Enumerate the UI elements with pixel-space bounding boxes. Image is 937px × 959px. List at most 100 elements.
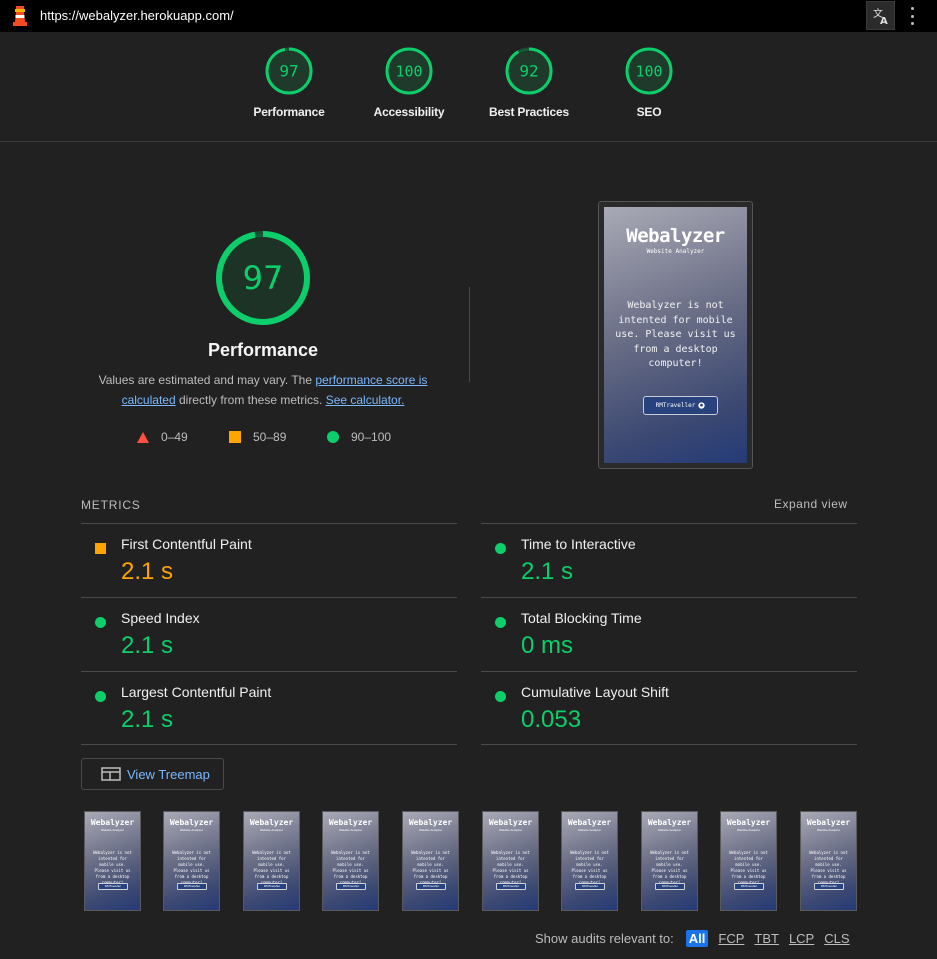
filter-chip-tbt[interactable]: TBT [754,931,779,946]
translate-icon: 文 A [873,7,888,25]
frame-message: Webalyzer is not intented for mobile use… [570,850,609,885]
url-text: https://webalyzer.herokuapp.com/ [40,8,234,23]
lighthouse-logo-icon [13,6,27,26]
filmstrip-frame: Webalyzer Website Analyzer Webalyzer is no… [322,811,379,911]
frame-title: Webalyzer [806,818,851,827]
frame-title: Webalyzer [328,818,373,827]
filmstrip-frame: Webalyzer Website Analyzer Webalyzer is no… [482,811,539,911]
filter-chip-cls[interactable]: CLS [824,931,849,946]
github-icon [698,402,706,409]
frame-message: Webalyzer is not intented for mobile use… [809,850,848,885]
gauge-score: 92 [519,62,538,81]
filmstrip-frame: Webalyzer Website Analyzer Webalyzer is no… [243,811,300,911]
metric-tti: Time to Interactive 2.1 s [481,523,857,597]
view-treemap-button[interactable]: View Treemap [81,758,224,790]
metric-value: 0.053 [521,706,582,733]
metric-value: 2.1 s [121,558,174,585]
frame-subtitle: Website Analyzer [259,828,284,832]
frame-subtitle: Website Analyzer [498,828,523,832]
gauge-ring: 100 [385,47,433,95]
frame-button: RMTraveller [416,883,446,890]
gauge-label: Best Practices [489,105,569,119]
frame-title: Webalyzer [90,818,135,827]
frame-subtitle: Website Analyzer [100,828,125,832]
frame-title: Webalyzer [726,818,771,827]
frame-subtitle: Website Analyzer [577,828,602,832]
category-summary: 97 Performance 100 Accessibility 92 Best… [0,32,937,142]
metric-value: 2.1 s [521,558,574,585]
frame-button: RMTraveller [177,883,207,890]
frame-message: Webalyzer is not intented for mobile use… [491,850,530,885]
calculator-link[interactable]: See calculator. [326,393,405,407]
frame-button: RMTraveller [814,883,844,890]
more-menu-icon[interactable] [905,7,919,25]
screenshot-button: RMTraveller [643,396,718,415]
filmstrip-frame: Webalyzer Website Analyzer Webalyzer is no… [402,811,459,911]
frame-subtitle: Website Analyzer [418,828,443,832]
view-treemap-label: View Treemap [127,766,210,782]
frame-message: Webalyzer is not intented for mobile use… [729,850,768,885]
legend-pass: 90–100 [327,430,391,444]
gauge-label: Performance [253,105,325,119]
metric-value: 0 ms [521,632,574,659]
legend-fail: 0–49 [137,430,188,444]
metric-tbt: Total Blocking Time 0 ms [481,597,857,671]
performance-gauge: 97 [216,231,310,325]
frame-button: RMTraveller [655,883,685,890]
legend-range: 90–100 [351,430,392,444]
metrics-heading: METRICS [81,498,141,512]
divider [481,744,857,745]
final-screenshot[interactable]: Webalyzer Website Analyzer Webalyzer is … [598,201,753,469]
translate-button[interactable]: 文 A [866,1,895,30]
performance-score: 97 [243,259,284,297]
gauge-accessibility[interactable]: 100 Accessibility [349,46,469,119]
gauge-label: Accessibility [373,105,445,119]
metric-value: 2.1 s [121,632,174,659]
expand-view-toggle[interactable]: Expand view [774,497,848,511]
performance-description: Values are estimated and may vary. The p… [88,370,438,410]
legend-range: 0–49 [161,430,188,444]
gauge-label: SEO [636,105,662,119]
frame-button: RMTraveller [336,883,366,890]
top-bar: https://webalyzer.herokuapp.com/ 文 A [0,0,937,32]
legend-average: 50–89 [229,430,286,444]
frame-message: Webalyzer is not intented for mobile use… [650,850,689,885]
filmstrip-frame: Webalyzer Website Analyzer Webalyzer is no… [641,811,698,911]
frame-title: Webalyzer [249,818,294,827]
circle-icon [95,691,106,702]
frame-title: Webalyzer [408,818,453,827]
filter-chip-fcp[interactable]: FCP [718,931,744,946]
gauge-score: 97 [279,62,298,81]
metric-name: Largest Contentful Paint [121,684,272,700]
metric-si: Speed Index 2.1 s [81,597,457,671]
frame-button: RMTraveller [575,883,605,890]
filter-label: Show audits relevant to: [535,931,674,946]
filter-chip-all[interactable]: All [685,930,709,947]
treemap-icon [101,767,121,781]
filter-chip-lcp[interactable]: LCP [789,931,814,946]
screenshot-message: Webalyzer is not intented for mobile use… [615,300,736,369]
gauge-score: 100 [395,63,422,81]
metric-cls: Cumulative Layout Shift 0.053 [481,671,857,745]
frame-message: Webalyzer is not intented for mobile use… [411,850,450,885]
circle-icon [495,691,506,702]
frame-message: Webalyzer is not intented for mobile use… [93,850,132,885]
frame-button: RMTraveller [257,883,287,890]
frame-message: Webalyzer is not intented for mobile use… [331,850,370,885]
screenshot-content: Webalyzer Website Analyzer Webalyzer is … [604,207,747,463]
gauge-seo[interactable]: 100 SEO [589,46,709,119]
gauge-best-practices[interactable]: 92 Best Practices [469,46,589,119]
frame-subtitle: Website Analyzer [657,828,682,832]
metric-name: First Contentful Paint [121,536,252,552]
divider [81,744,457,745]
circle-icon [495,617,506,628]
metric-name: Time to Interactive [521,536,636,552]
gauge-performance[interactable]: 97 Performance [229,46,349,119]
triangle-icon [137,431,149,443]
circle-icon [327,431,339,443]
frame-title: Webalyzer [647,818,692,827]
frame-title: Webalyzer [169,818,214,827]
filmstrip-frame: Webalyzer Website Analyzer Webalyzer is no… [800,811,857,911]
circle-icon [495,543,506,554]
audit-filter: Show audits relevant to: All FCP TBT LCP… [535,930,850,947]
